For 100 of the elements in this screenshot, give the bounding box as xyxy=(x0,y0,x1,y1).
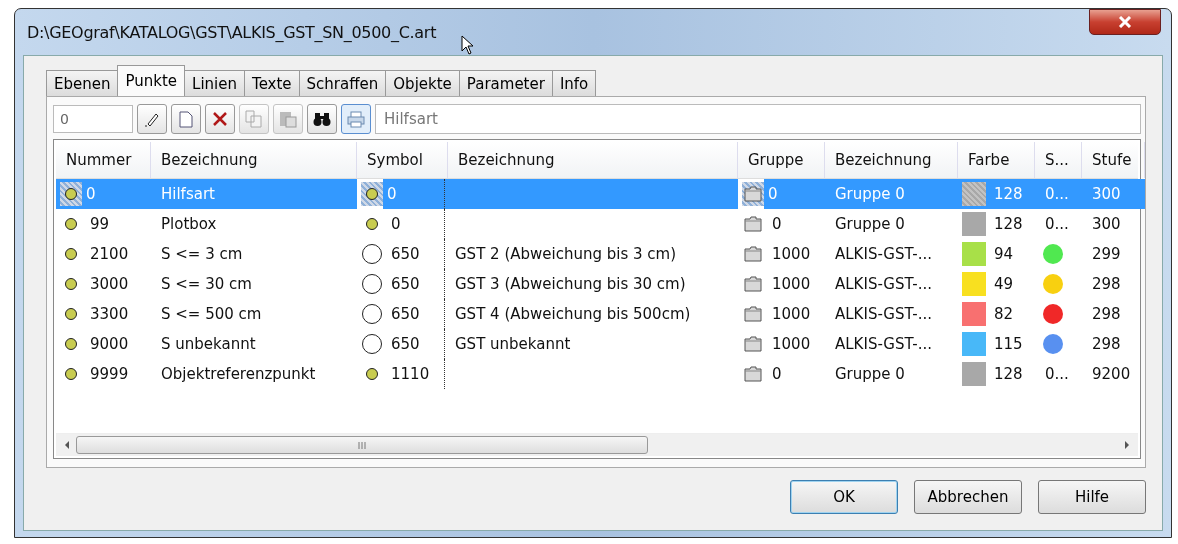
table-cell-text: ALKIS-GST-... xyxy=(834,334,933,355)
delete-icon xyxy=(212,111,228,127)
dialog-button[interactable]: Hilfe xyxy=(1038,480,1146,514)
pencil-icon xyxy=(144,111,160,127)
table-cell: 0... xyxy=(1045,215,1069,233)
table-cell-text: S <= 3 cm xyxy=(160,244,244,265)
table-cell[interactable]: 99 xyxy=(56,209,151,239)
table-cell: 94 xyxy=(958,239,1035,269)
folder-icon xyxy=(744,246,762,262)
table-cell[interactable]: 2100 xyxy=(56,239,151,269)
table-cell[interactable]: 9000 xyxy=(56,329,151,359)
table-cell: 1000 xyxy=(738,239,825,269)
point-icon xyxy=(65,338,77,350)
table-cell: 0... xyxy=(1045,185,1069,203)
table-cell-text: Gruppe 0 xyxy=(834,214,906,235)
folder-icon xyxy=(744,216,762,232)
table-cell-text: S <= 30 cm xyxy=(160,274,253,295)
table-cell: 1110 xyxy=(357,359,448,389)
tab[interactable]: Linien xyxy=(184,70,245,96)
table-cell: GST 2 (Abweichung bis 3 cm) xyxy=(444,239,738,269)
folder-icon xyxy=(744,276,762,292)
close-button[interactable] xyxy=(1089,9,1161,35)
table-cell-text: Objektreferenzpunkt xyxy=(160,364,317,385)
binoculars-icon xyxy=(313,111,331,127)
dialog-button[interactable]: Abbrechen xyxy=(914,480,1022,514)
copy-icon xyxy=(245,110,263,128)
table-cell-text: 9200 xyxy=(1091,364,1132,385)
table-cell: 128 xyxy=(958,359,1035,389)
tab[interactable]: Punkte xyxy=(117,65,186,96)
folder-icon xyxy=(744,366,762,382)
table-cell: Gruppe 0 xyxy=(825,179,958,209)
folder-icon xyxy=(744,306,762,322)
delete-button[interactable] xyxy=(205,104,235,134)
column-header[interactable]: Stufe xyxy=(1082,142,1145,178)
table-cell-text: 298 xyxy=(1091,334,1122,355)
tab[interactable]: Objekte xyxy=(385,70,460,96)
point-icon xyxy=(65,308,77,320)
tab[interactable]: Info xyxy=(551,70,597,96)
table-cell: GST 4 (Abweichung bis 500cm) xyxy=(444,299,738,329)
table-cell: 128 xyxy=(958,179,1035,209)
table-cell: GST 3 (Abweichung bis 30 cm) xyxy=(444,269,738,299)
table-cell-text: ALKIS-GST-... xyxy=(834,244,933,265)
table-cell[interactable]: 3300 xyxy=(56,299,151,329)
find-button[interactable] xyxy=(307,104,337,134)
table-cell: 0 xyxy=(738,359,825,389)
window-title: D:\GEOgraf\KATALOG\GST\ALKIS_GST_SN_0500_C.art xyxy=(27,22,437,42)
tab[interactable]: Schraffen xyxy=(298,70,387,96)
point-icon xyxy=(65,188,77,200)
column-header[interactable]: S... xyxy=(1035,142,1082,178)
table-cell: 0 xyxy=(357,209,448,239)
table-cell: 49 xyxy=(958,269,1035,299)
point-icon xyxy=(65,278,77,290)
scrollbar-thumb[interactable] xyxy=(76,436,648,454)
point-icon xyxy=(65,218,77,230)
close-icon xyxy=(1118,16,1132,28)
folder-icon xyxy=(744,186,762,202)
column-header[interactable]: Symbol xyxy=(357,142,448,178)
table-cell-text: ALKIS-GST-... xyxy=(834,274,933,295)
table-cell-text: S <= 500 cm xyxy=(160,304,263,325)
table-cell: 1000 xyxy=(738,329,825,359)
clipboard-icon xyxy=(279,110,297,128)
scroll-left-icon xyxy=(64,441,70,449)
dialog-button[interactable]: OK xyxy=(790,480,898,514)
table-cell[interactable]: 9999 xyxy=(56,359,151,389)
table-cell: GST unbekannt xyxy=(444,329,738,359)
column-header[interactable]: Gruppe xyxy=(738,142,825,178)
tab[interactable]: Parameter xyxy=(458,70,553,96)
table-cell: 128 xyxy=(958,209,1035,239)
name-field[interactable]: Hilfsart xyxy=(375,104,1141,134)
tab[interactable]: Ebenen xyxy=(46,70,119,96)
table-cell-text: 300 xyxy=(1091,214,1122,235)
table-cell-text: 298 xyxy=(1091,274,1122,295)
point-icon xyxy=(65,368,77,380)
table-cell: 300 xyxy=(1082,179,1145,209)
mouse-cursor-icon xyxy=(461,35,475,55)
folder-icon xyxy=(744,336,762,352)
table-cell: Hilfsart xyxy=(151,179,357,209)
scroll-right-icon xyxy=(1124,441,1130,449)
horizontal-scrollbar[interactable] xyxy=(56,433,1138,456)
table-cell-text: 298 xyxy=(1091,304,1122,325)
column-header[interactable]: Farbe xyxy=(958,142,1035,178)
edit-button[interactable] xyxy=(137,104,167,134)
table-cell: 0... xyxy=(1045,365,1069,383)
table-cell: 1000 xyxy=(738,299,825,329)
number-field[interactable]: 0 xyxy=(53,105,133,133)
table-cell: 82 xyxy=(958,299,1035,329)
table-cell-text: Plotbox xyxy=(160,214,218,235)
table-cell[interactable]: 3000 xyxy=(56,269,151,299)
column-header[interactable]: Bezeichnung xyxy=(151,142,357,178)
column-header[interactable]: Bezeichnung xyxy=(825,142,958,178)
table-cell-text: S unbekannt xyxy=(160,334,257,355)
column-header[interactable]: Bezeichnung xyxy=(448,142,738,178)
column-header[interactable]: Nummer xyxy=(56,142,151,178)
point-icon xyxy=(65,248,77,260)
table-cell-text: 299 xyxy=(1091,244,1122,265)
tab[interactable]: Texte xyxy=(244,70,300,96)
table-cell: 1000 xyxy=(738,269,825,299)
table-cell: 115 xyxy=(958,329,1035,359)
printer-icon xyxy=(347,110,365,128)
table-cell-text: Gruppe 0 xyxy=(834,364,906,385)
